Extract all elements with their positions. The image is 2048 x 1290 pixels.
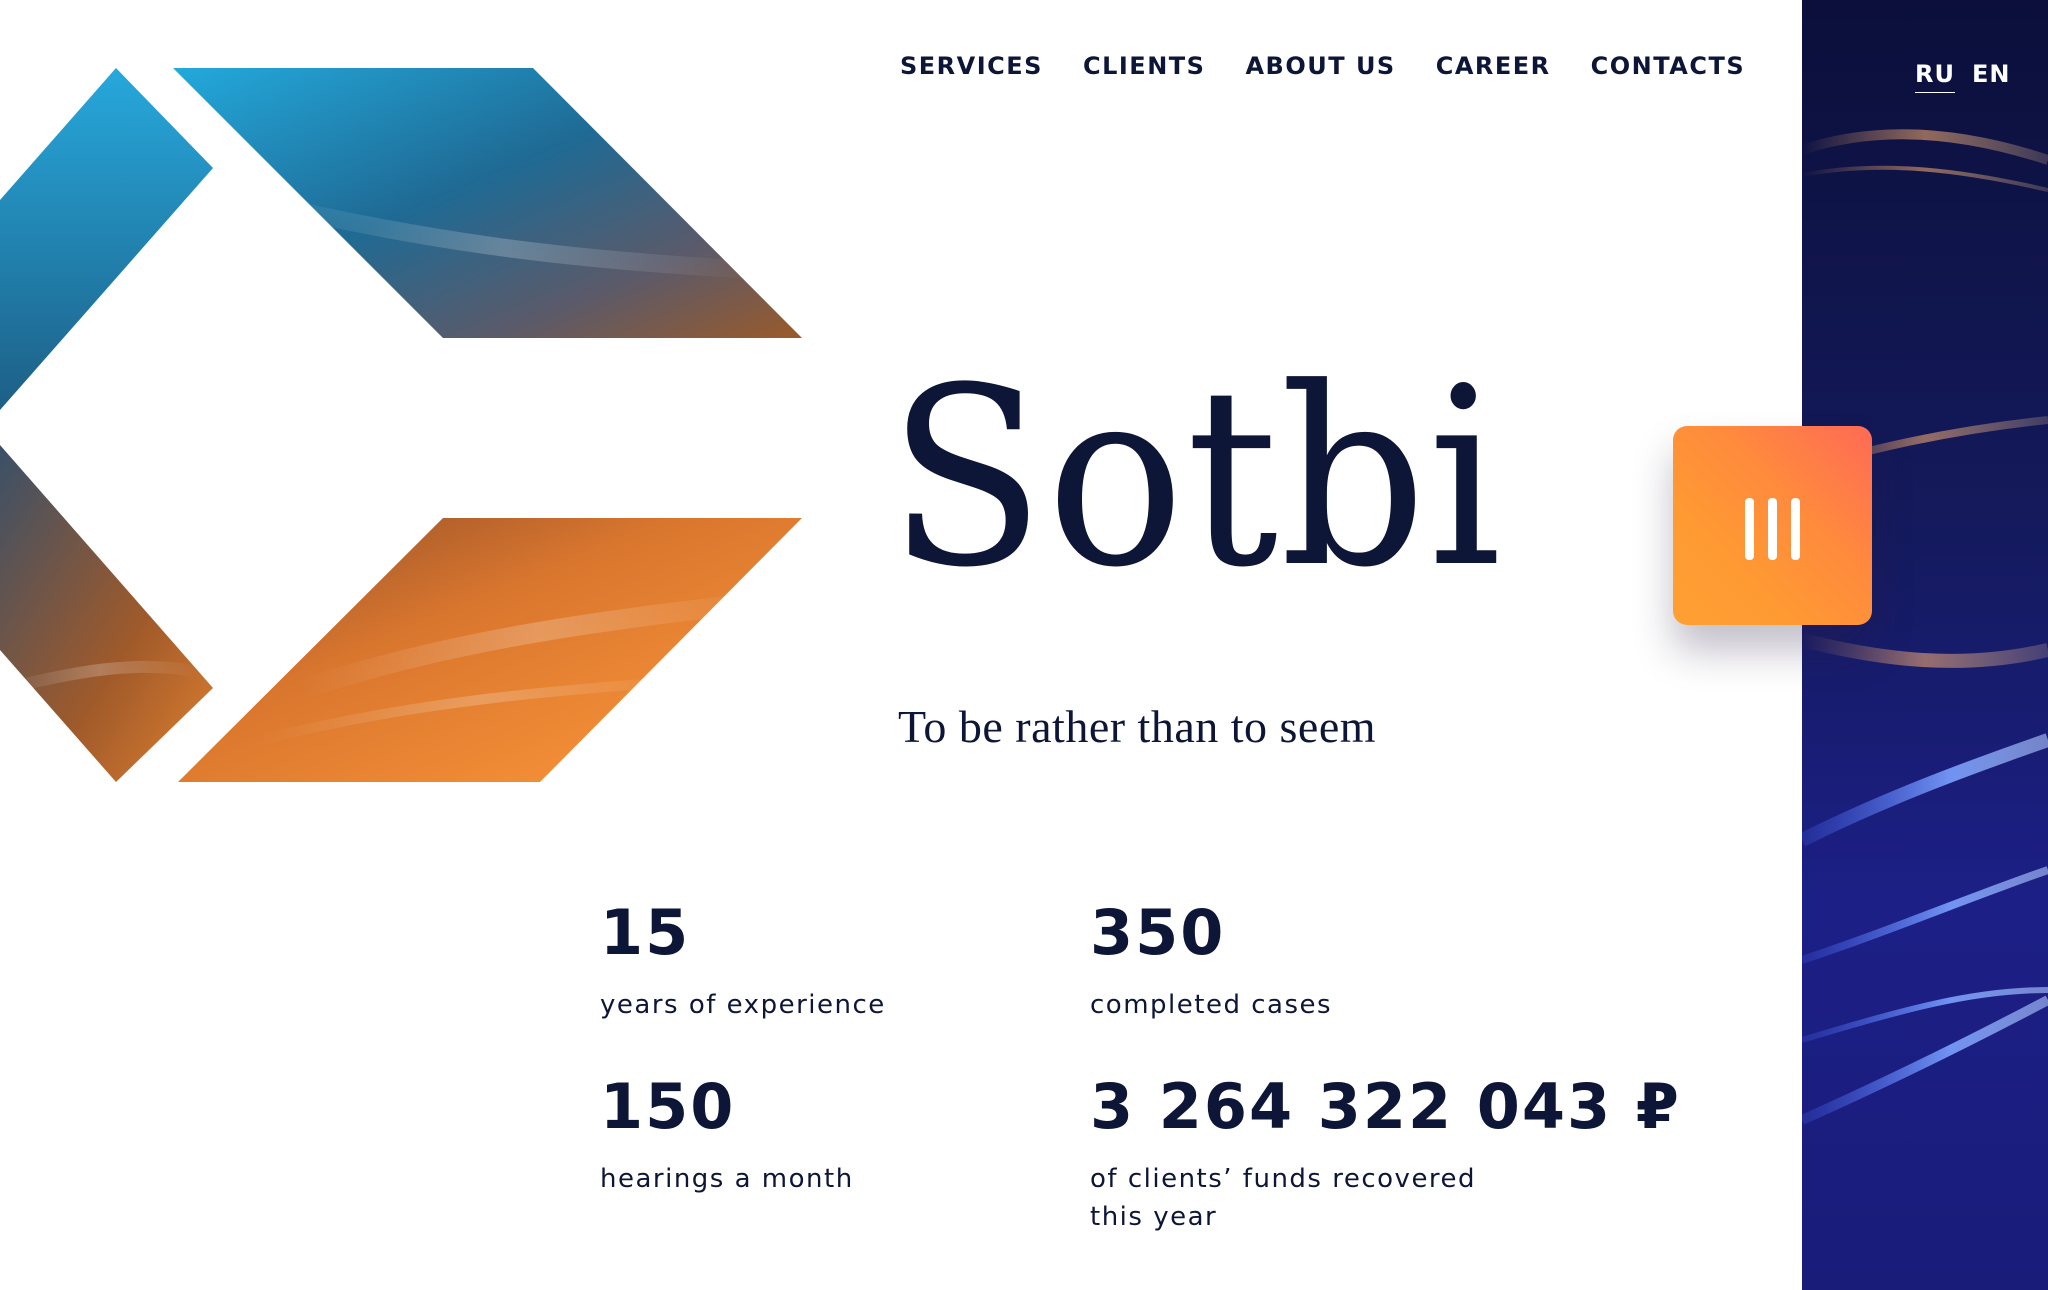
stat-label-experience: years of experience xyxy=(600,990,886,1020)
menu-button[interactable] xyxy=(1673,426,1872,625)
stat-value-hearings: 150 xyxy=(600,1070,736,1143)
nav-item-services[interactable]: SERVICES xyxy=(900,52,1043,80)
menu-bar-icon xyxy=(1745,498,1754,560)
nav-item-clients[interactable]: CLIENTS xyxy=(1083,52,1205,80)
main-nav: SERVICES CLIENTS ABOUT US CAREER CONTACT… xyxy=(900,52,1745,80)
stat-label-hearings: hearings a month xyxy=(600,1164,854,1194)
menu-bar-icon xyxy=(1791,498,1800,560)
nav-item-about-us[interactable]: ABOUT US xyxy=(1245,52,1395,80)
logo-mark xyxy=(0,68,802,782)
stat-label-cases: completed cases xyxy=(1090,990,1333,1020)
light-streaks-image xyxy=(1802,129,2048,1125)
stat-label-funds-recovered: of clients’ funds recovered this year xyxy=(1090,1164,1477,1232)
tagline: To be rather than to seem xyxy=(898,701,1377,752)
language-ru-link[interactable]: RU xyxy=(1915,60,1955,93)
nav-item-career[interactable]: CAREER xyxy=(1436,52,1551,80)
menu-bar-icon xyxy=(1768,498,1777,560)
language-en-link[interactable]: EN xyxy=(1972,60,2010,88)
stat-value-experience: 15 xyxy=(600,896,691,969)
stat-value-cases: 350 xyxy=(1090,896,1226,969)
nav-item-contacts[interactable]: CONTACTS xyxy=(1591,52,1745,80)
stat-value-funds-recovered: 3 264 322 043 ₽ xyxy=(1090,1070,1681,1143)
side-panel-background xyxy=(1802,0,2048,1290)
brand-title: Sotbi xyxy=(888,336,1504,622)
